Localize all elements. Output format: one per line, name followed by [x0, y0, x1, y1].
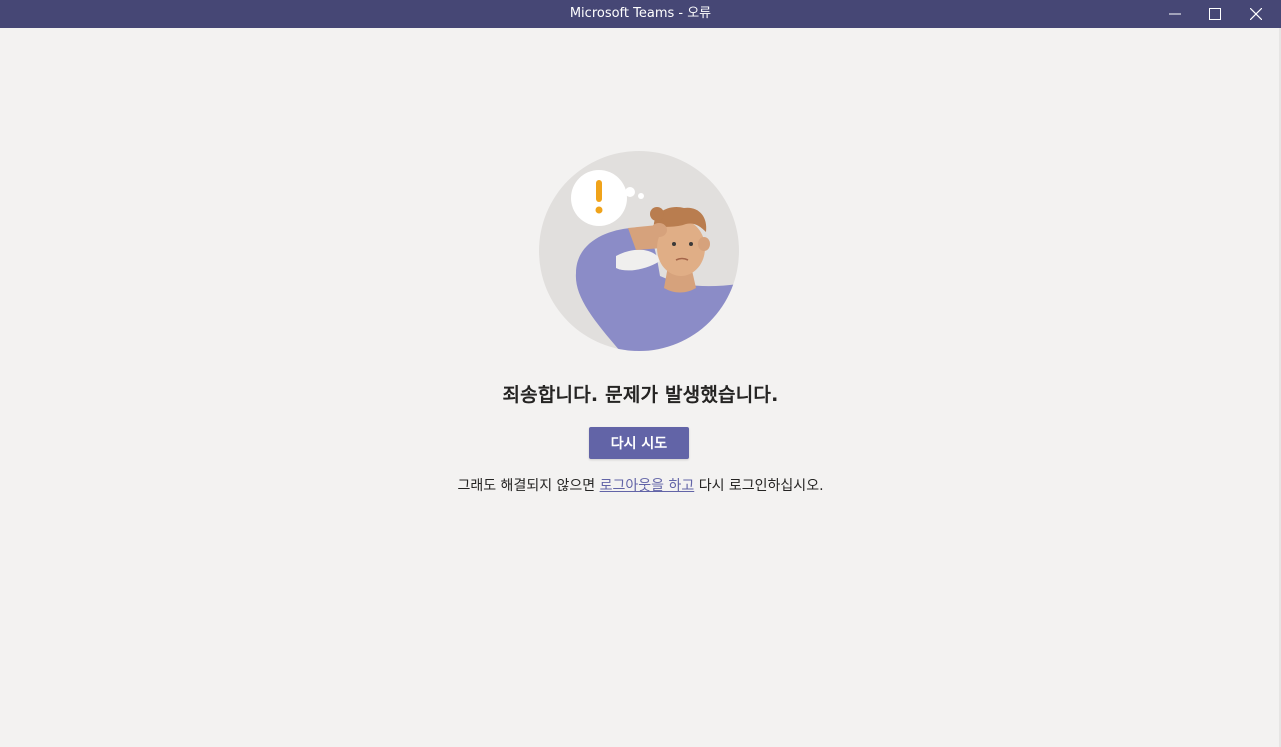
hint-suffix: 다시 로그인하십시오.	[694, 478, 824, 494]
maximize-button[interactable]	[1195, 0, 1235, 28]
signout-hint: 그래도 해결되지 않으면 로그아웃을 하고 다시 로그인하십시오.	[0, 475, 1281, 495]
hint-prefix: 그래도 해결되지 않으면	[457, 478, 600, 494]
teams-window: Microsoft Teams - 오류 죄송합니다. 문제가 발생했습니다. …	[0, 0, 1281, 747]
close-button[interactable]	[1236, 0, 1276, 28]
minimize-icon	[1169, 13, 1181, 15]
close-icon	[1250, 8, 1262, 20]
retry-button[interactable]: 다시 시도	[589, 427, 689, 459]
signout-link[interactable]: 로그아웃을 하고	[600, 478, 695, 494]
minimize-button[interactable]	[1155, 0, 1195, 28]
title-bar[interactable]: Microsoft Teams - 오류	[0, 0, 1281, 28]
error-page: 죄송합니다. 문제가 발생했습니다. 다시 시도 그래도 해결되지 않으면 로그…	[0, 28, 1281, 747]
maximize-icon	[1209, 8, 1221, 20]
window-title: Microsoft Teams - 오류	[569, 6, 712, 21]
confused-person-illustration	[539, 151, 739, 351]
error-heading: 죄송합니다. 문제가 발생했습니다.	[502, 384, 779, 406]
